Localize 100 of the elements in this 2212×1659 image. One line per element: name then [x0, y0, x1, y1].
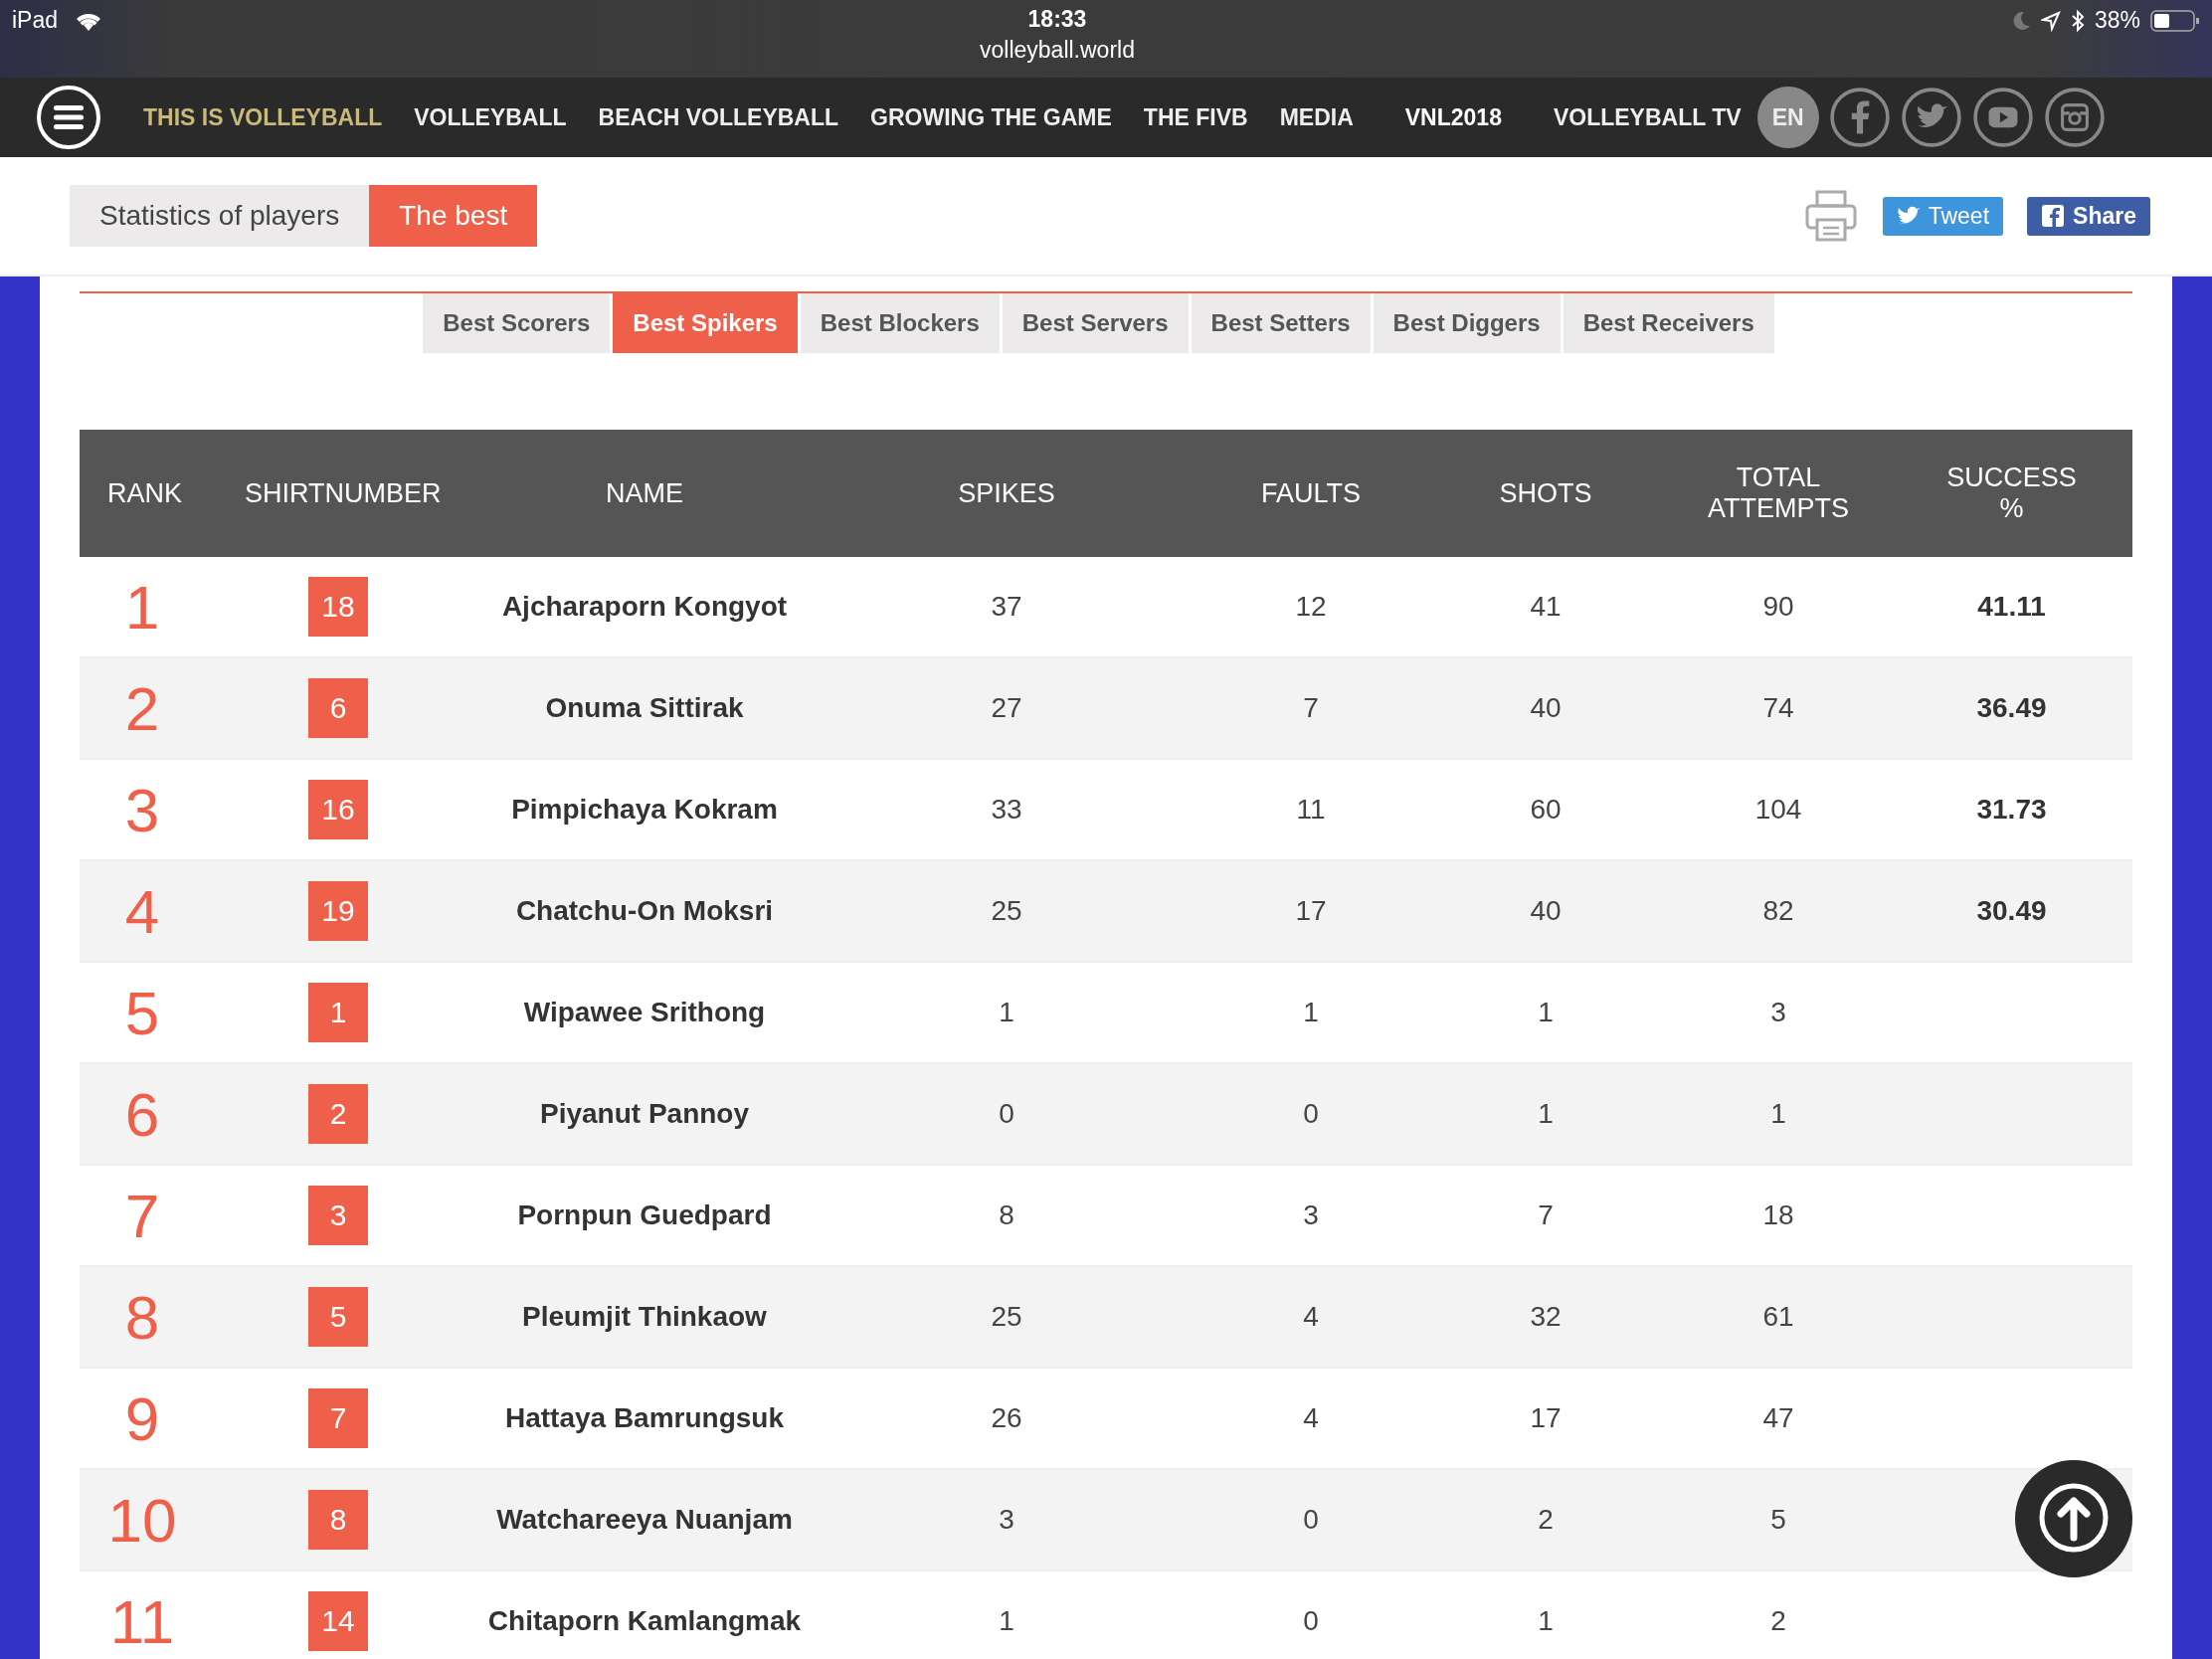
player-name: Wipawee Srithong	[522, 997, 767, 1028]
table-cell-text: 60	[1529, 794, 1563, 826]
stat-tab[interactable]: Best Receivers	[1563, 293, 1774, 353]
table-cell-text: 0	[1302, 1504, 1320, 1536]
nav-link[interactable]: VNL2018	[1404, 103, 1502, 131]
stat-tab[interactable]: Best Servers	[1002, 293, 1189, 353]
location-icon	[2040, 9, 2061, 32]
shirt-number: 8	[308, 1490, 368, 1550]
table-cell-text: 7	[1302, 692, 1320, 724]
stat-tab[interactable]: Best Spikers	[613, 293, 798, 353]
rank-number: 9	[123, 1382, 161, 1454]
player-name: Onuma Sittirak	[544, 692, 745, 724]
bird-icon	[1896, 206, 1921, 226]
player-name: Hattaya Bamrungsuk	[503, 1402, 786, 1434]
table-cell-text: 7	[1537, 1199, 1555, 1231]
shirt-number: 6	[308, 678, 368, 738]
table-cell-text: 5	[1769, 1504, 1787, 1536]
nav-link[interactable]: VOLLEYBALL TV	[1553, 103, 1742, 131]
rank-number: 1	[123, 571, 161, 643]
twitter-icon[interactable]	[1900, 87, 1962, 148]
rank-number: 7	[123, 1180, 161, 1251]
column-header: TOTAL ATTEMPTS	[1707, 462, 1850, 524]
column-header: NAME	[605, 477, 684, 509]
table-cell-text: 4	[1302, 1301, 1320, 1333]
table-cell-text: 1	[1537, 1605, 1555, 1637]
table-cell-text: 37	[990, 591, 1023, 623]
battery-icon	[2150, 8, 2200, 33]
stat-tab[interactable]: Best Blockers	[800, 293, 1000, 353]
table-cell-text: 1	[998, 997, 1015, 1028]
success-percent: 31.73	[1975, 794, 2048, 826]
rank-number: 2	[123, 672, 161, 744]
player-name: Piyanut Pannoy	[538, 1098, 750, 1130]
shirt-number: 1	[308, 983, 368, 1042]
column-header: SHIRTNUMBER	[244, 477, 443, 509]
nav-link[interactable]: VOLLEYBALL	[414, 103, 567, 131]
table-cell-text: 1	[1537, 997, 1555, 1028]
facebook-icon[interactable]	[1828, 87, 1891, 148]
table-cell-text: 25	[990, 1301, 1023, 1333]
player-name: Chatchu-On Moksri	[514, 895, 775, 927]
video-play-icon[interactable]	[1971, 87, 2034, 148]
player-name: Pleumjit Thinkaow	[521, 1301, 768, 1333]
table-cell-text: 26	[990, 1402, 1023, 1434]
table-cell-text: 32	[1529, 1301, 1563, 1333]
share-button[interactable]: Share	[2027, 196, 2150, 236]
table-cell-text: 1	[1769, 1098, 1787, 1130]
table-cell-text: 74	[1761, 692, 1795, 724]
tweet-button[interactable]: Tweet	[1882, 196, 2004, 236]
table-cell-text: 4	[1302, 1402, 1320, 1434]
table-cell-text: 3	[1769, 997, 1787, 1028]
table-cell-text: 11	[1295, 794, 1327, 826]
rank-number: 5	[123, 977, 161, 1048]
device-name: iPad	[12, 7, 59, 34]
table-cell-text: 1	[998, 1605, 1015, 1637]
section-tab[interactable]: Statistics of players	[70, 185, 370, 247]
bluetooth-icon	[2070, 8, 2085, 33]
table-cell-text: 2	[1769, 1605, 1787, 1637]
site-logo[interactable]: THIS IS VOLLEYBALL	[143, 103, 383, 131]
nav-link[interactable]: MEDIA	[1279, 103, 1354, 131]
menu-icon[interactable]	[36, 85, 101, 150]
table-cell-text: 61	[1761, 1301, 1795, 1333]
table-cell-text: 40	[1529, 692, 1563, 724]
section-tab[interactable]: The best	[369, 185, 538, 247]
shirt-number: 16	[308, 780, 368, 839]
nav-link[interactable]: BEACH VOLLEYBALL	[598, 103, 839, 131]
success-percent: 36.49	[1975, 692, 2048, 724]
stat-tab[interactable]: Best Diggers	[1373, 293, 1561, 353]
table-cell-text: 2	[1537, 1504, 1555, 1536]
nav-link[interactable]: GROWING THE GAME	[870, 103, 1112, 131]
shirt-number: 5	[308, 1287, 368, 1347]
scroll-to-top-icon[interactable]	[2015, 1460, 2132, 1577]
column-header: RANK	[106, 477, 183, 509]
table-cell-text: 25	[990, 895, 1023, 927]
table-cell-text: 1	[1537, 1098, 1555, 1130]
battery-percent: 38%	[2094, 7, 2140, 34]
success-percent: 30.49	[1975, 895, 2048, 927]
table-cell-text: 3	[1302, 1199, 1320, 1231]
player-name: Pimpichaya Kokram	[510, 794, 779, 826]
table-cell-text: 0	[1302, 1605, 1320, 1637]
stat-tab[interactable]: Best Scorers	[423, 293, 611, 353]
table-cell-text: 40	[1529, 895, 1563, 927]
rank-number: 4	[123, 875, 161, 947]
url-text: volleyball.world	[980, 37, 1135, 64]
nav-link[interactable]: THE FIVB	[1143, 103, 1248, 131]
shirt-number: 7	[308, 1388, 368, 1448]
rank-number: 3	[123, 774, 161, 845]
column-header: FAULTS	[1260, 477, 1362, 509]
table-cell-text: 18	[1761, 1199, 1795, 1231]
rank-number: 11	[108, 1585, 176, 1657]
camera-icon[interactable]	[2043, 87, 2106, 148]
table-cell-text: 47	[1761, 1402, 1795, 1434]
stat-tab[interactable]: Best Setters	[1191, 293, 1371, 353]
table-cell-text: 3	[998, 1504, 1015, 1536]
success-percent: 41.11	[1976, 591, 2047, 623]
table-cell-text: 33	[990, 794, 1023, 826]
table-cell-text: 104	[1753, 794, 1803, 826]
shirt-number: 19	[308, 881, 368, 941]
shirt-number: 3	[308, 1186, 368, 1245]
player-name: Ajcharaporn Kongyot	[500, 591, 789, 623]
shirt-number: 14	[308, 1591, 368, 1651]
table-cell-text: 82	[1761, 895, 1795, 927]
